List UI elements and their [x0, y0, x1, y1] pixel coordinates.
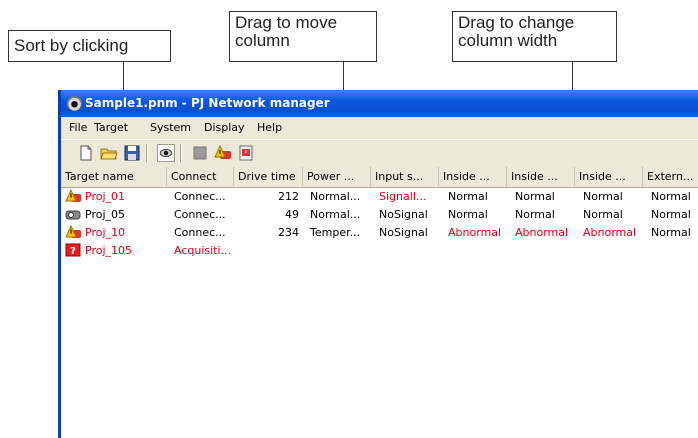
cell-power: Temper... — [310, 226, 361, 239]
cell-input: NoSignal — [379, 208, 428, 221]
app-window: Sample1.pnm - PJ Network manager File Ta… — [58, 90, 698, 438]
callout-drag-to-change-width: Drag to change column width — [452, 11, 617, 62]
callout-sort-text: Sort by clicking — [14, 36, 129, 55]
cell-inside-3: Normal — [583, 190, 623, 203]
cell-inside-2: Abnormal — [515, 226, 569, 239]
cell-power: Normal... — [310, 190, 361, 203]
cell-connect: Connec... — [174, 208, 226, 221]
toolbar — [61, 139, 698, 167]
cell-power: Normal... — [310, 208, 361, 221]
cell-inside-2: Normal — [515, 208, 555, 221]
column-header-drive-time[interactable]: Drive time — [234, 167, 303, 186]
open-folder-icon[interactable] — [100, 144, 118, 162]
menu-file[interactable]: File — [69, 121, 87, 134]
menu-help[interactable]: Help — [257, 121, 282, 134]
table-row[interactable]: Proj_10 Connec... 234 Temper... NoSignal Abno… — [61, 224, 698, 242]
callout-drag-to-move: Drag to move column — [229, 11, 377, 62]
column-header-power[interactable]: Power ... — [303, 167, 371, 186]
cell-inside-1: Normal — [448, 190, 488, 203]
menu-bar: File Target System Display Help — [61, 117, 698, 139]
new-file-icon[interactable] — [77, 144, 95, 162]
app-eye-icon — [67, 96, 82, 111]
cell-drive-time: 49 — [285, 208, 299, 221]
cell-inside-2: Normal — [515, 190, 555, 203]
toolbar-separator — [146, 144, 148, 163]
cell-external: Normal — [651, 208, 691, 221]
cell-external: Normal — [651, 190, 691, 203]
callout-move-line2: column — [235, 31, 290, 50]
column-header-external[interactable]: Extern... — [643, 167, 698, 186]
menu-display[interactable]: Display — [204, 121, 245, 134]
column-header-connect[interactable]: Connect — [167, 167, 234, 186]
menu-target[interactable]: Target — [94, 121, 128, 134]
column-header-inside-3[interactable]: Inside ... — [575, 167, 643, 186]
save-icon[interactable] — [123, 144, 141, 162]
cell-external: Normal — [651, 226, 691, 239]
cell-target-name: Proj_01 — [85, 190, 126, 203]
error-projector-icon: ? — [65, 243, 81, 257]
target-list: Target name Connect Drive time Power ...… — [61, 167, 698, 438]
title-bar[interactable]: Sample1.pnm - PJ Network manager — [61, 90, 698, 117]
callout-width-line1: Drag to change — [458, 13, 575, 32]
list-header: Target name Connect Drive time Power ...… — [61, 167, 698, 188]
cell-input: SignalI... — [379, 190, 427, 203]
cell-input: NoSignal — [379, 226, 428, 239]
gray-square-icon[interactable] — [191, 144, 209, 162]
cell-connect: Acquisiti... — [174, 244, 232, 257]
cell-target-name: Proj_105 — [85, 244, 133, 257]
callout-width-line2: column width — [458, 31, 558, 50]
cell-target-name: Proj_05 — [85, 208, 126, 221]
column-header-inside-2[interactable]: Inside ... — [507, 167, 575, 186]
alert-list-icon[interactable] — [237, 144, 255, 162]
cell-drive-time: 212 — [278, 190, 299, 203]
toolbar-separator — [180, 144, 182, 163]
cell-inside-1: Abnormal — [448, 226, 502, 239]
callout-sort-by-clicking: Sort by clicking — [8, 30, 171, 62]
cell-inside-1: Normal — [448, 208, 488, 221]
table-row[interactable]: ? Proj_105 Acquisiti... — [61, 242, 698, 260]
column-header-inside-1[interactable]: Inside ... — [439, 167, 507, 186]
cell-inside-3: Normal — [583, 208, 623, 221]
warning-projector-icon[interactable] — [214, 144, 232, 162]
column-header-target-name[interactable]: Target name — [61, 167, 167, 186]
projector-icon — [65, 210, 81, 220]
table-row[interactable]: Proj_01 Connec... 212 Normal... SignalI... No… — [61, 188, 698, 206]
callout-move-line1: Drag to move — [235, 13, 338, 32]
svg-text:?: ? — [70, 246, 76, 257]
cell-inside-3: Abnormal — [583, 226, 637, 239]
cell-drive-time: 234 — [278, 226, 299, 239]
monitor-eye-icon[interactable] — [157, 144, 175, 162]
warning-projector-icon — [65, 189, 81, 202]
cell-connect: Connec... — [174, 226, 226, 239]
table-row[interactable]: Proj_05 Connec... 49 Normal... NoSignal Norma… — [61, 206, 698, 224]
cell-connect: Connec... — [174, 190, 226, 203]
warning-projector-icon — [65, 225, 81, 238]
menu-system[interactable]: System — [150, 121, 191, 134]
window-title: Sample1.pnm - PJ Network manager — [85, 96, 330, 110]
column-header-input[interactable]: Input s... — [371, 167, 439, 186]
cell-target-name: Proj_10 — [85, 226, 126, 239]
